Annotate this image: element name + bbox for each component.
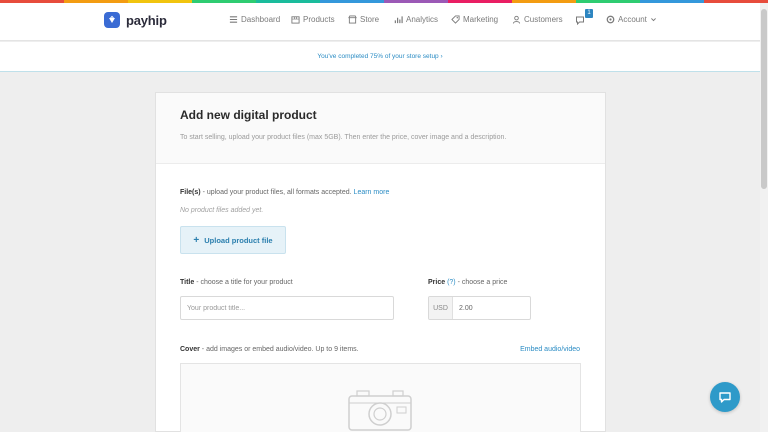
no-files-text: No product files added yet. [180,207,264,214]
help-chat-button[interactable] [710,382,740,412]
brand-name: payhip [126,12,167,28]
cover-upload-area[interactable] [180,363,581,432]
currency-label: USD [429,297,453,319]
page-subtitle: To start selling, upload your product fi… [180,134,507,141]
store-icon [348,15,357,24]
payhip-logo-icon [104,12,120,28]
user-icon [512,15,521,24]
notification-badge: 1 [585,9,593,18]
nav-products-label: Products [303,15,335,24]
card-header: Add new digital product To start selling… [156,93,605,164]
nav-dashboard-label: Dashboard [241,15,281,24]
add-product-card: Add new digital product To start selling… [155,92,606,432]
page-scrollbar[interactable] [760,3,768,432]
nav-products[interactable]: Products [291,15,335,24]
files-label-text: - upload your product files, all formats… [200,189,354,196]
product-title-input[interactable] [180,296,394,320]
price-help-link[interactable]: (?) [447,279,456,286]
embed-audio-video-link[interactable]: Embed audio/video [520,346,580,353]
title-label-text: - choose a title for your product [194,279,293,286]
chart-icon [394,16,403,24]
nav-account[interactable]: Account [606,15,657,24]
nav-dashboard[interactable]: Dashboard [229,15,280,24]
upload-button-label: Upload product file [204,235,273,245]
upload-product-file-button[interactable]: + Upload product file [180,226,286,254]
nav-marketing-label: Marketing [463,15,499,24]
price-field[interactable]: USD 2.00 [428,296,531,320]
nav-marketing[interactable]: Marketing [451,15,498,24]
nav-customers[interactable]: Customers [512,15,563,24]
store-setup-link[interactable]: You've completed 75% of your store setup… [317,53,442,60]
tag-icon [451,15,460,24]
nav-store[interactable]: Store [348,15,379,24]
title-label: Title - choose a title for your product [180,279,293,286]
learn-more-link[interactable]: Learn more [354,189,390,196]
cover-label-text: - add images or embed audio/video. Up to… [199,346,359,353]
payhip-logo[interactable]: payhip [104,12,167,28]
title-label-bold: Title [180,279,195,286]
scrollbar-thumb[interactable] [761,9,767,189]
nav-analytics[interactable]: Analytics [394,15,438,24]
chevron-down-icon [650,18,656,22]
gear-icon [606,15,615,24]
chat-bubble-icon [719,392,731,403]
nav-customers-label: Customers [524,15,563,24]
price-input[interactable]: 2.00 [453,297,530,319]
box-icon [291,16,300,24]
list-icon [229,16,238,23]
plus-icon: + [193,234,200,246]
nav-analytics-label: Analytics [406,15,439,24]
nav-store-label: Store [360,15,380,24]
cover-label-bold: Cover [180,346,200,353]
store-setup-banner: You've completed 75% of your store setup… [0,42,760,72]
camera-icon [348,390,412,431]
price-label-bold: Price [428,279,446,286]
files-label-bold: File(s) [180,189,201,196]
nav-account-label: Account [618,15,647,24]
files-label: File(s) - upload your product files, all… [180,189,389,196]
cover-label: Cover - add images or embed audio/video.… [180,346,359,353]
price-label-text: - choose a price [455,279,508,286]
price-label: Price (?) - choose a price [428,279,507,286]
top-navigation: payhip Dashboard Products Store Analytic… [0,3,760,41]
page-title: Add new digital product [180,108,317,122]
